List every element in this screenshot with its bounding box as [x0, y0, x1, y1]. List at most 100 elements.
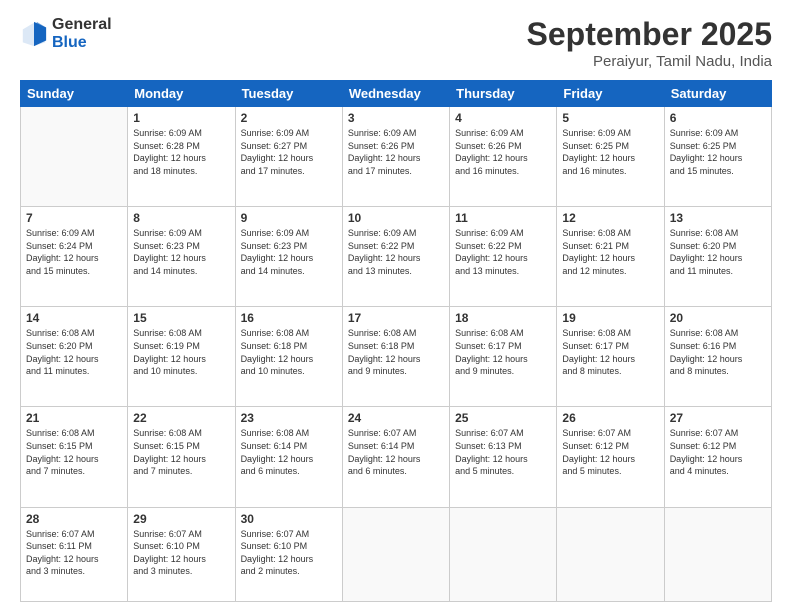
day-info: Sunrise: 6:08 AM Sunset: 6:20 PM Dayligh…: [670, 227, 766, 277]
calendar-cell: 21 Sunrise: 6:08 AM Sunset: 6:15 PM Dayli…: [21, 407, 128, 507]
calendar-table: SundayMondayTuesdayWednesdayThursdayFrid…: [20, 80, 772, 602]
day-number: 1: [133, 111, 229, 125]
calendar-cell: 8Sunrise: 6:09 AM Sunset: 6:23 PM Daylig…: [128, 207, 235, 307]
calendar-cell: 2Sunrise: 6:09 AM Sunset: 6:27 PM Daylig…: [235, 107, 342, 207]
day-info: Sunrise: 6:07 AM Sunset: 6:14 PM Dayligh…: [348, 427, 444, 477]
calendar-cell: 10 Sunrise: 6:09 AM Sunset: 6:22 PM Dayli…: [342, 207, 449, 307]
calendar-cell: 18Sunrise: 6:08 AM Sunset: 6:17 PM Dayli…: [450, 307, 557, 407]
day-info: Sunrise: 6:08 AM Sunset: 6:18 PM Dayligh…: [348, 327, 444, 377]
day-info: Sunrise: 6:09 AM Sunset: 6:25 PM Dayligh…: [670, 127, 766, 177]
day-info: Sunrise: 6:09 AM Sunset: 6:22 PM Dayligh…: [348, 227, 444, 277]
calendar-cell: 4Sunrise: 6:09 AM Sunset: 6:26 PM Daylig…: [450, 107, 557, 207]
calendar-header-sunday: Sunday: [21, 81, 128, 107]
calendar-cell: [557, 507, 664, 601]
day-number: 24: [348, 411, 444, 425]
calendar-cell: 28Sunrise: 6:07 AM Sunset: 6:11 PM Dayli…: [21, 507, 128, 601]
day-number: 4: [455, 111, 551, 125]
day-info: Sunrise: 6:09 AM Sunset: 6:25 PM Dayligh…: [562, 127, 658, 177]
logo: General Blue: [20, 16, 112, 51]
calendar-cell: 23 Sunrise: 6:08 AM Sunset: 6:14 PM Dayli…: [235, 407, 342, 507]
day-number: 22: [133, 411, 229, 425]
calendar-cell: 13Sunrise: 6:08 AM Sunset: 6:20 PM Dayli…: [664, 207, 771, 307]
day-info: Sunrise: 6:09 AM Sunset: 6:28 PM Dayligh…: [133, 127, 229, 177]
calendar-cell: 22 Sunrise: 6:08 AM Sunset: 6:15 PM Dayli…: [128, 407, 235, 507]
logo-text-block: General Blue: [52, 16, 112, 51]
day-number: 25: [455, 411, 551, 425]
calendar-cell: 3Sunrise: 6:09 AM Sunset: 6:26 PM Daylig…: [342, 107, 449, 207]
day-number: 20: [670, 311, 766, 325]
day-info: Sunrise: 6:08 AM Sunset: 6:21 PM Dayligh…: [562, 227, 658, 277]
day-number: 12: [562, 211, 658, 225]
day-info: Sunrise: 6:09 AM Sunset: 6:24 PM Dayligh…: [26, 227, 122, 277]
day-number: 3: [348, 111, 444, 125]
day-number: 14: [26, 311, 122, 325]
day-number: 11: [455, 211, 551, 225]
day-info: Sunrise: 6:09 AM Sunset: 6:22 PM Dayligh…: [455, 227, 551, 277]
calendar-header-tuesday: Tuesday: [235, 81, 342, 107]
calendar-week-5: 28Sunrise: 6:07 AM Sunset: 6:11 PM Dayli…: [21, 507, 772, 601]
calendar-header-friday: Friday: [557, 81, 664, 107]
day-info: Sunrise: 6:07 AM Sunset: 6:10 PM Dayligh…: [133, 528, 229, 578]
calendar-cell: [664, 507, 771, 601]
calendar-cell: 19 Sunrise: 6:08 AM Sunset: 6:17 PM Dayli…: [557, 307, 664, 407]
day-number: 29: [133, 512, 229, 526]
calendar-header-monday: Monday: [128, 81, 235, 107]
header: General Blue September 2025 Peraiyur, Ta…: [20, 16, 772, 70]
calendar-cell: [342, 507, 449, 601]
calendar-cell: 5 Sunrise: 6:09 AM Sunset: 6:25 PM Daylig…: [557, 107, 664, 207]
day-number: 10: [348, 211, 444, 225]
calendar-header-wednesday: Wednesday: [342, 81, 449, 107]
day-number: 5: [562, 111, 658, 125]
day-info: Sunrise: 6:08 AM Sunset: 6:18 PM Dayligh…: [241, 327, 337, 377]
title-block: September 2025 Peraiyur, Tamil Nadu, Ind…: [527, 16, 772, 70]
day-number: 19: [562, 311, 658, 325]
day-info: Sunrise: 6:08 AM Sunset: 6:20 PM Dayligh…: [26, 327, 122, 377]
calendar-cell: 20Sunrise: 6:08 AM Sunset: 6:16 PM Dayli…: [664, 307, 771, 407]
calendar-cell: 7 Sunrise: 6:09 AM Sunset: 6:24 PM Daylig…: [21, 207, 128, 307]
calendar-cell: 14 Sunrise: 6:08 AM Sunset: 6:20 PM Dayli…: [21, 307, 128, 407]
calendar-cell: 30 Sunrise: 6:07 AM Sunset: 6:10 PM Dayli…: [235, 507, 342, 601]
logo-icon: [20, 20, 48, 48]
day-number: 18: [455, 311, 551, 325]
calendar-cell: 27Sunrise: 6:07 AM Sunset: 6:12 PM Dayli…: [664, 407, 771, 507]
day-info: Sunrise: 6:08 AM Sunset: 6:15 PM Dayligh…: [133, 427, 229, 477]
calendar-cell: 6Sunrise: 6:09 AM Sunset: 6:25 PM Daylig…: [664, 107, 771, 207]
day-info: Sunrise: 6:09 AM Sunset: 6:23 PM Dayligh…: [133, 227, 229, 277]
day-number: 23: [241, 411, 337, 425]
day-info: Sunrise: 6:08 AM Sunset: 6:17 PM Dayligh…: [562, 327, 658, 377]
day-number: 17: [348, 311, 444, 325]
calendar-cell: [450, 507, 557, 601]
day-info: Sunrise: 6:08 AM Sunset: 6:19 PM Dayligh…: [133, 327, 229, 377]
day-number: 7: [26, 211, 122, 225]
day-info: Sunrise: 6:09 AM Sunset: 6:27 PM Dayligh…: [241, 127, 337, 177]
calendar-cell: 17 Sunrise: 6:08 AM Sunset: 6:18 PM Dayli…: [342, 307, 449, 407]
day-info: Sunrise: 6:07 AM Sunset: 6:12 PM Dayligh…: [670, 427, 766, 477]
day-number: 16: [241, 311, 337, 325]
day-number: 28: [26, 512, 122, 526]
day-number: 26: [562, 411, 658, 425]
calendar-week-3: 14 Sunrise: 6:08 AM Sunset: 6:20 PM Dayli…: [21, 307, 772, 407]
calendar-cell: [21, 107, 128, 207]
day-info: Sunrise: 6:08 AM Sunset: 6:14 PM Dayligh…: [241, 427, 337, 477]
logo-line1: General: [52, 16, 112, 34]
day-number: 21: [26, 411, 122, 425]
calendar-cell: 25 Sunrise: 6:07 AM Sunset: 6:13 PM Dayli…: [450, 407, 557, 507]
day-info: Sunrise: 6:07 AM Sunset: 6:10 PM Dayligh…: [241, 528, 337, 578]
calendar-header-row: SundayMondayTuesdayWednesdayThursdayFrid…: [21, 81, 772, 107]
day-info: Sunrise: 6:09 AM Sunset: 6:23 PM Dayligh…: [241, 227, 337, 277]
day-number: 9: [241, 211, 337, 225]
day-number: 30: [241, 512, 337, 526]
calendar-week-2: 7 Sunrise: 6:09 AM Sunset: 6:24 PM Daylig…: [21, 207, 772, 307]
calendar-week-4: 21 Sunrise: 6:08 AM Sunset: 6:15 PM Dayli…: [21, 407, 772, 507]
calendar-cell: 15 Sunrise: 6:08 AM Sunset: 6:19 PM Dayli…: [128, 307, 235, 407]
calendar-cell: 1 Sunrise: 6:09 AM Sunset: 6:28 PM Daylig…: [128, 107, 235, 207]
subtitle: Peraiyur, Tamil Nadu, India: [527, 53, 772, 70]
day-number: 15: [133, 311, 229, 325]
main-title: September 2025: [527, 16, 772, 53]
day-info: Sunrise: 6:07 AM Sunset: 6:12 PM Dayligh…: [562, 427, 658, 477]
calendar-cell: 12 Sunrise: 6:08 AM Sunset: 6:21 PM Dayli…: [557, 207, 664, 307]
day-info: Sunrise: 6:08 AM Sunset: 6:15 PM Dayligh…: [26, 427, 122, 477]
day-info: Sunrise: 6:07 AM Sunset: 6:13 PM Dayligh…: [455, 427, 551, 477]
calendar-header-thursday: Thursday: [450, 81, 557, 107]
calendar-cell: 29 Sunrise: 6:07 AM Sunset: 6:10 PM Dayli…: [128, 507, 235, 601]
